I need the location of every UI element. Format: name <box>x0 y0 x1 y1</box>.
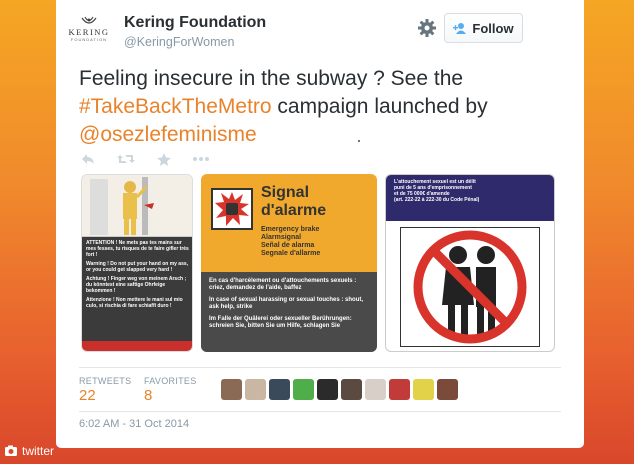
warning-line: Attenzione ! Non mettere le mani sul mio… <box>86 297 183 309</box>
retweet-icon[interactable] <box>117 153 135 165</box>
avatar[interactable] <box>269 379 290 400</box>
tweet-timestamp[interactable]: 6:02 AM - 31 Oct 2014 <box>79 418 189 430</box>
avatar[interactable] <box>293 379 314 400</box>
stats-divider <box>79 367 561 368</box>
avatar[interactable] <box>221 379 242 400</box>
alarm-instruction: En cas d'harcèlement ou d'attouchements … <box>209 278 357 291</box>
avatar[interactable] <box>245 379 266 400</box>
tweet-text-part1: Feeling insecure in the subway ? See the <box>79 67 464 90</box>
tweet-media[interactable]: ATTENTION ! Ne mets pas tes mains sur me… <box>81 174 555 352</box>
warning-line: ATTENTION ! Ne mets pas tes mains sur me… <box>86 240 189 258</box>
favoriter-avatars <box>221 379 458 400</box>
avatar[interactable] <box>317 379 338 400</box>
alarm-instruction: Im Falle der Quälerei oder sexueller Ber… <box>209 316 352 329</box>
avatar[interactable] <box>413 379 434 400</box>
watermark-text: twitter <box>22 444 55 458</box>
more-dots-icon[interactable] <box>193 156 209 162</box>
mention-link[interactable]: @osezlefeminisme <box>79 123 257 146</box>
alarm-translation: Emergency brake <box>261 226 320 233</box>
reply-icon[interactable] <box>81 153 95 165</box>
alarm-title-line1: Signal <box>261 184 310 201</box>
warning-line: Achtung ! Finger weg von meinem Arsch ; … <box>86 276 187 294</box>
account-handle[interactable]: @KeringForWomen <box>124 35 234 49</box>
avatar[interactable] <box>365 379 386 400</box>
account-name[interactable]: Kering Foundation <box>124 14 266 32</box>
red-footer-bar <box>82 341 192 351</box>
kering-logo[interactable]: KERING FOUNDATION <box>66 14 112 44</box>
alarm-translation: Alarmsignal <box>261 234 302 241</box>
alarm-translation: Señal de alarma <box>261 242 315 249</box>
avatar[interactable] <box>389 379 410 400</box>
hashtag-link[interactable]: #TakeBackTheMetro <box>79 95 272 118</box>
retweets-label: RETWEETS <box>79 376 132 386</box>
warning-line: Warning ! Do not put your hand on my ass… <box>86 261 189 273</box>
date-divider <box>79 411 561 412</box>
tweet-text-part2: campaign launched by <box>271 95 488 118</box>
stray-dot <box>358 140 360 142</box>
tweet-text: Feeling insecure in the subway ? See the… <box>79 65 569 149</box>
alarm-title-line2: d'alarme <box>261 202 327 219</box>
alarm-translation: Segnale d'allarme <box>261 250 321 257</box>
alarm-title: Signal d'alarme <box>261 184 326 220</box>
alarm-instructions: En cas d'harcèlement ou d'attouchements … <box>201 272 377 352</box>
media-panel-alarm[interactable]: Signal d'alarme Emergency brake Alarmsig… <box>201 174 377 352</box>
tweet-header: KERING FOUNDATION Kering Foundation @Ker… <box>56 0 584 60</box>
favorites-label: FAVORITES <box>144 376 197 386</box>
add-user-icon <box>453 23 467 34</box>
gear-icon[interactable] <box>416 17 438 39</box>
illustration-figure <box>82 175 192 237</box>
follow-button[interactable]: Follow <box>444 13 523 43</box>
law-text-block: L'attouchement sexuel est un délit puni … <box>386 175 554 221</box>
favorite-star-icon[interactable] <box>157 152 171 166</box>
tweet-card: KERING FOUNDATION Kering Foundation @Ker… <box>56 0 584 448</box>
prohibition-sign-icon <box>399 226 541 351</box>
retweets-count[interactable]: 22 <box>79 387 96 404</box>
avatar[interactable] <box>341 379 362 400</box>
media-panel-prohibition[interactable]: L'attouchement sexuel est un délit puni … <box>385 174 555 352</box>
tweet-actions <box>81 152 209 166</box>
media-panel-warning[interactable]: ATTENTION ! Ne mets pas tes mains sur me… <box>81 174 193 352</box>
alarm-instruction: In case of sexual harassing or sexual to… <box>209 297 364 310</box>
avatar[interactable] <box>437 379 458 400</box>
camera-icon <box>5 445 17 456</box>
follow-label: Follow <box>472 20 514 36</box>
logo-word: KERING <box>68 27 110 37</box>
twitter-watermark: twitter <box>4 444 54 458</box>
warning-text-block: ATTENTION ! Ne mets pas tes mains sur me… <box>82 237 192 341</box>
alarm-fist-icon <box>211 188 253 230</box>
alarm-translations: Emergency brake Alarmsignal Señal de ala… <box>261 226 320 258</box>
favorites-count[interactable]: 8 <box>144 387 152 404</box>
logo-sub: FOUNDATION <box>70 37 108 42</box>
law-line: (art. 222-22 à 222-30 du Code Pénal) <box>394 197 480 203</box>
